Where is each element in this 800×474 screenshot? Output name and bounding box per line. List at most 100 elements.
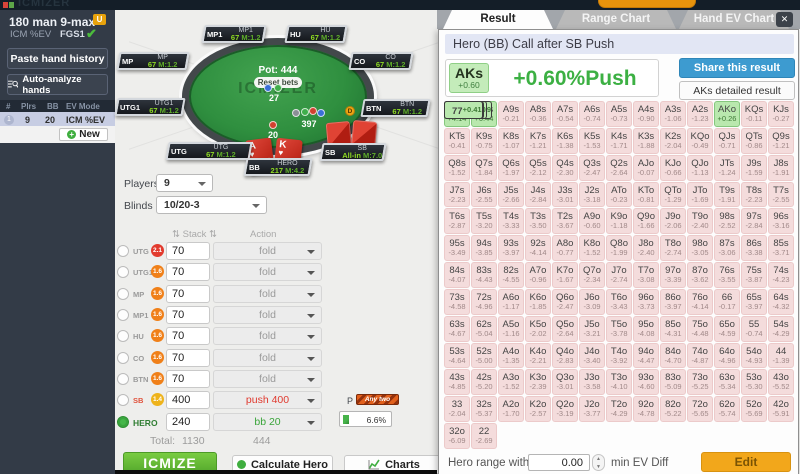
hand-cell-Q8o[interactable]: Q8o -1.99 bbox=[606, 235, 632, 262]
player-radio[interactable] bbox=[117, 330, 129, 342]
hand-cell-54s[interactable]: 54s -4.29 bbox=[768, 315, 794, 342]
hand-cell-52s[interactable]: 52s -5.00 bbox=[471, 342, 497, 369]
hand-cell-K5s[interactable]: K5s -1.53 bbox=[579, 127, 605, 154]
hand-cell-97s[interactable]: 97s -2.84 bbox=[741, 208, 767, 235]
hand-cell-J9o[interactable]: J9o -2.06 bbox=[660, 208, 686, 235]
player-radio[interactable] bbox=[117, 373, 129, 385]
hand-cell-K4o[interactable]: K4o -2.21 bbox=[525, 342, 551, 369]
hand-cell-K3s[interactable]: K3s -1.88 bbox=[633, 127, 659, 154]
hand-cell-75s[interactable]: 75s -3.87 bbox=[741, 262, 767, 288]
new-button[interactable]: + New bbox=[59, 128, 108, 141]
hand-cell-22[interactable]: 22 -2.69 bbox=[471, 423, 497, 449]
hand-cell-86o[interactable]: 86o -3.97 bbox=[660, 288, 686, 315]
hand-cell-J9s[interactable]: J9s -1.59 bbox=[741, 154, 767, 181]
hand-cell-42o[interactable]: 42o -5.91 bbox=[768, 396, 794, 423]
hand-cell-43o[interactable]: 43o -5.52 bbox=[768, 369, 794, 396]
hand-cell-Q7o[interactable]: Q7o -2.34 bbox=[579, 262, 605, 288]
hand-cell-98s[interactable]: 98s -2.52 bbox=[714, 208, 740, 235]
top-orange-button[interactable] bbox=[598, 0, 696, 8]
hand-cell-AJo[interactable]: AJo -0.07 bbox=[633, 154, 659, 181]
hand-cell-AKo[interactable]: AKo +0.26 bbox=[714, 101, 740, 127]
hand-cell-74o[interactable]: 74o -4.87 bbox=[687, 342, 713, 369]
hand-cell-53o[interactable]: 53o -5.30 bbox=[741, 369, 767, 396]
action-select[interactable]: fold bbox=[213, 327, 322, 345]
hand-cell-42s[interactable]: 42s -5.20 bbox=[471, 369, 497, 396]
stack-input[interactable] bbox=[166, 242, 210, 260]
stack-input[interactable] bbox=[166, 391, 210, 409]
stack-input[interactable] bbox=[166, 263, 210, 281]
seat-btn[interactable]: BTN BTN 67 M:1.2 bbox=[362, 99, 429, 117]
player-radio[interactable] bbox=[117, 245, 129, 257]
hand-cell-Q2o[interactable]: Q2o -3.19 bbox=[552, 396, 578, 423]
hand-cell-J7o[interactable]: J7o -2.74 bbox=[606, 262, 632, 288]
hands-table-row[interactable]: 1 9 20 ICM %EV bbox=[0, 112, 115, 126]
hand-cell-A2s[interactable]: A2s -1.23 bbox=[687, 101, 713, 127]
hand-cell-K8s[interactable]: K8s -1.07 bbox=[498, 127, 524, 154]
hand-cell-Q4o[interactable]: Q4o -2.83 bbox=[552, 342, 578, 369]
hand-cell-Q9o[interactable]: Q9o -1.66 bbox=[633, 208, 659, 235]
hand-cell-J6s[interactable]: J6s -2.55 bbox=[471, 181, 497, 208]
spinner-control[interactable]: ▲ ▼ bbox=[592, 454, 605, 471]
hand-cell-J3o[interactable]: J3o -3.58 bbox=[579, 369, 605, 396]
player-radio[interactable] bbox=[117, 352, 129, 364]
hand-cell-A7s[interactable]: A7s -0.54 bbox=[552, 101, 578, 127]
hand-cell-97o[interactable]: 97o -3.39 bbox=[660, 262, 686, 288]
hand-cell-73s[interactable]: 73s -4.58 bbox=[444, 288, 470, 315]
hand-cell-A5s[interactable]: A5s -0.73 bbox=[606, 101, 632, 127]
hand-cell-T5o[interactable]: T5o -3.78 bbox=[606, 315, 632, 342]
hand-cell-K4s[interactable]: K4s -1.71 bbox=[606, 127, 632, 154]
seat-utg[interactable]: UTG UTG 67 M:1.2 bbox=[167, 142, 251, 160]
hand-cell-Q5s[interactable]: Q5s -2.12 bbox=[525, 154, 551, 181]
hand-cell-33[interactable]: 33 -2.04 bbox=[444, 396, 470, 423]
hand-cell-32o[interactable]: 32o -6.09 bbox=[444, 423, 470, 449]
hand-cell-83s[interactable]: 83s -4.43 bbox=[471, 262, 497, 288]
seat-utg1[interactable]: UTG1 UTG1 67 M:1.2 bbox=[116, 98, 184, 116]
hand-cell-T8s[interactable]: T8s -2.23 bbox=[741, 181, 767, 208]
hand-cell-K5o[interactable]: K5o -2.02 bbox=[525, 315, 551, 342]
hand-cell-32s[interactable]: 32s -5.37 bbox=[471, 396, 497, 423]
hand-cell-T4s[interactable]: T4s -3.33 bbox=[498, 208, 524, 235]
hand-cell-A5o[interactable]: A5o -1.16 bbox=[498, 315, 524, 342]
hand-cell-43s[interactable]: 43s -4.85 bbox=[444, 369, 470, 396]
seat-hu[interactable]: HU HU 67 M:1.2 bbox=[286, 25, 346, 43]
sb-range-percent-box[interactable]: 6.6% bbox=[339, 411, 392, 427]
hand-cell-Q9s[interactable]: Q9s -1.21 bbox=[768, 127, 794, 154]
auto-analyze-button[interactable]: Auto-analyze hands bbox=[7, 74, 108, 96]
hand-cell-A6o[interactable]: A6o -1.17 bbox=[498, 288, 524, 315]
hand-cell-95o[interactable]: 95o -4.08 bbox=[633, 315, 659, 342]
hand-cell-A8s[interactable]: A8s -0.36 bbox=[525, 101, 551, 127]
hand-cell-J5o[interactable]: J5o -3.21 bbox=[579, 315, 605, 342]
hand-cell-62o[interactable]: 62o -5.74 bbox=[714, 396, 740, 423]
hand-cell-T9o[interactable]: T9o -2.40 bbox=[687, 208, 713, 235]
hand-cell-T7s[interactable]: T7s -2.55 bbox=[768, 181, 794, 208]
hand-cell-94s[interactable]: 94s -3.85 bbox=[471, 235, 497, 262]
player-radio[interactable] bbox=[117, 416, 129, 428]
hand-cell-65s[interactable]: 65s -3.97 bbox=[741, 288, 767, 315]
min-ev-input[interactable] bbox=[528, 454, 590, 471]
hand-cell-98o[interactable]: 98o -3.05 bbox=[687, 235, 713, 262]
tab-range-chart[interactable]: Range Chart bbox=[556, 10, 676, 29]
hand-cell-KQs[interactable]: KQs -0.11 bbox=[741, 101, 767, 127]
hand-cell-Q3o[interactable]: Q3o -3.01 bbox=[552, 369, 578, 396]
hand-cell-K7o[interactable]: K7o -1.67 bbox=[552, 262, 578, 288]
hand-cell-96s[interactable]: 96s -3.16 bbox=[768, 208, 794, 235]
hand-cell-QTo[interactable]: QTo -1.29 bbox=[660, 181, 686, 208]
close-icon[interactable]: ✕ bbox=[776, 12, 793, 27]
hand-cell-92s[interactable]: 92s -4.14 bbox=[525, 235, 551, 262]
hand-cell-J8o[interactable]: J8o -2.40 bbox=[633, 235, 659, 262]
hand-cell-52o[interactable]: 52o -5.69 bbox=[741, 396, 767, 423]
hand-cell-T4o[interactable]: T4o -3.92 bbox=[606, 342, 632, 369]
hand-cell-82s[interactable]: 82s -4.55 bbox=[498, 262, 524, 288]
hand-cell-J5s[interactable]: J5s -2.66 bbox=[498, 181, 524, 208]
hand-cell-64o[interactable]: 64o -4.96 bbox=[714, 342, 740, 369]
hand-cell-A3o[interactable]: A3o -1.52 bbox=[498, 369, 524, 396]
stack-input[interactable] bbox=[166, 285, 210, 303]
hand-cell-64s[interactable]: 64s -4.32 bbox=[768, 288, 794, 315]
hand-cell-55[interactable]: 55 -0.74 bbox=[741, 315, 767, 342]
hand-cell-53s[interactable]: 53s -4.64 bbox=[444, 342, 470, 369]
players-select[interactable]: 9 bbox=[156, 174, 213, 192]
hand-cell-Q6s[interactable]: Q6s -1.97 bbox=[498, 154, 524, 181]
hand-cell-ATo[interactable]: ATo -0.23 bbox=[606, 181, 632, 208]
selected-hand-chip[interactable]: AKs +0.60 bbox=[449, 63, 489, 93]
hand-cell-K7s[interactable]: K7s -1.21 bbox=[525, 127, 551, 154]
